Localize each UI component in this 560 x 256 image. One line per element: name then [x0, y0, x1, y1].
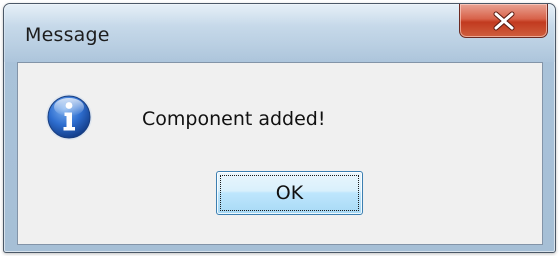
message-dialog: Message Component added! OK [3, 3, 556, 253]
dialog-body: Component added! OK [17, 62, 543, 245]
ok-button[interactable]: OK [216, 171, 363, 215]
info-icon [46, 94, 92, 140]
ok-button-label: OK [220, 175, 359, 211]
close-icon [493, 11, 514, 30]
title-bar[interactable]: Message [4, 4, 555, 62]
message-text: Component added! [142, 108, 326, 130]
close-button[interactable] [459, 4, 548, 38]
window-title: Message [25, 24, 110, 46]
